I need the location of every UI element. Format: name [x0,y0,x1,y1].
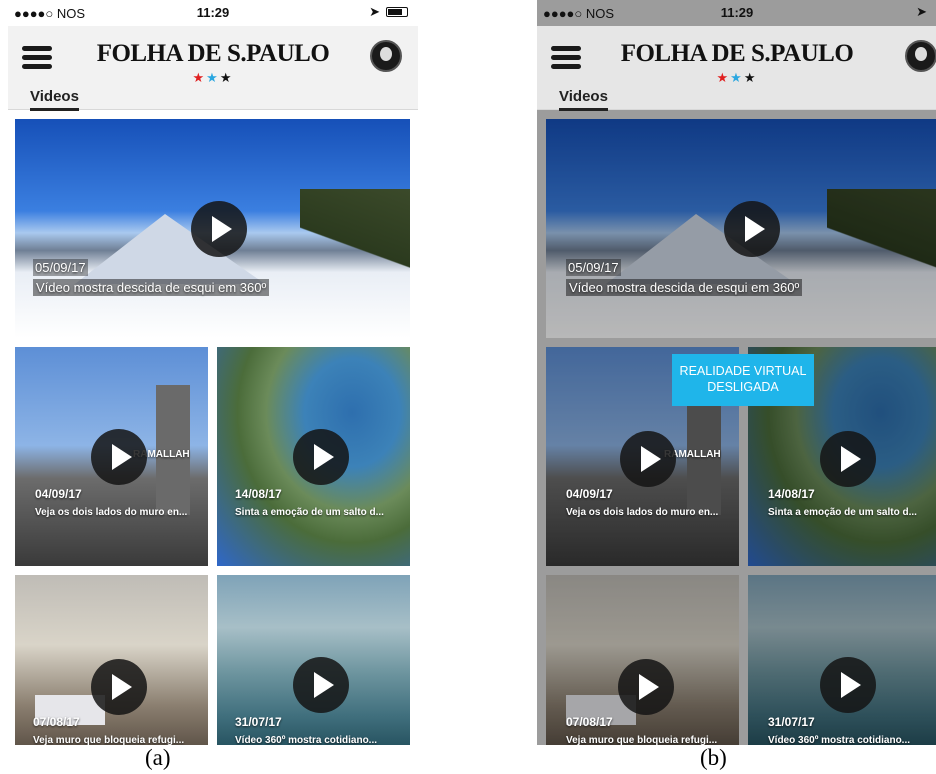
video-date: 05/09/17 [566,259,621,276]
video-caption: Sinta a emoção de um salto d... [768,507,917,518]
video-card[interactable]: 31/07/17 Vídeo 360º mostra cotidiano... [748,575,936,745]
avatar-icon[interactable] [370,40,402,72]
app-header: FOLHA DE S.PAULO ★★★ Videos [537,26,936,111]
tab-videos[interactable]: Videos [559,88,608,111]
video-date: 07/08/17 [33,715,80,729]
video-caption: Veja os dois lados do muro en... [35,507,188,518]
app-header: FOLHA DE S.PAULO ★★★ Videos [8,26,418,111]
status-icons: ➤ [916,4,927,20]
subfigure-label-b: (b) [700,745,727,770]
phone-screen-b: ●●●●○ NOS 11:29 ➤ FOLHA DE S.PAULO ★★★ V… [537,0,936,745]
folha-logo[interactable]: FOLHA DE S.PAULO [8,40,418,68]
video-card[interactable]: 31/07/17 Vídeo 360º mostra cotidiano... [217,575,410,745]
tab-videos[interactable]: Videos [30,88,79,111]
logo-stars: ★★★ [8,70,418,86]
video-card-featured[interactable]: 05/09/17 Vídeo mostra descida de esqui e… [15,119,410,338]
video-card[interactable]: 14/08/17 Sinta a emoção de um salto d... [217,347,410,566]
avatar-icon[interactable] [905,40,936,72]
play-icon[interactable] [293,429,349,485]
star-blue-icon: ★ [730,70,744,85]
video-caption: Veja os dois lados do muro en... [566,507,719,518]
location-arrow-icon: ➤ [916,4,927,19]
play-icon[interactable] [191,201,247,257]
video-card[interactable]: 07/08/17 Veja muro que bloqueia refugi..… [546,575,739,745]
video-caption: Vídeo mostra descida de esqui em 360º [566,279,803,296]
play-icon[interactable] [820,657,876,713]
play-icon[interactable] [91,429,147,485]
video-date: 07/08/17 [566,715,613,729]
video-caption: Vídeo 360º mostra cotidiano... [768,735,911,745]
play-icon[interactable] [618,659,674,715]
video-caption: Vídeo 360º mostra cotidiano... [235,735,378,745]
clock: 11:29 [196,5,230,20]
location-arrow-icon: ➤ [369,4,380,19]
video-date: 04/09/17 [35,487,82,501]
logo-stars: ★★★ [537,70,936,86]
play-icon[interactable] [293,657,349,713]
play-icon[interactable] [724,201,780,257]
video-date: 31/07/17 [768,715,815,729]
phone-screen-a: ●●●●○ NOS 11:29 ➤ FOLHA DE S.PAULO ★★★ V… [8,0,418,745]
status-bar: ●●●●○ NOS 11:29 ➤ [8,0,418,26]
video-card[interactable]: RAMALLAH 04/09/17 Veja os dois lados do … [15,347,208,566]
subfigure-label-a: (a) [145,745,171,770]
toast-line-1: REALIDADE VIRTUAL [679,364,807,378]
clock: 11:29 [720,5,754,20]
play-icon[interactable] [620,431,676,487]
video-caption: Veja muro que bloqueia refugi... [33,735,185,745]
star-red-icon: ★ [192,70,207,85]
status-bar: ●●●●○ NOS 11:29 ➤ [537,0,936,26]
video-date: 31/07/17 [235,715,282,729]
star-blue-icon: ★ [206,70,220,85]
status-icons: ➤ [369,4,408,20]
video-date: 14/08/17 [235,487,282,501]
folha-logo[interactable]: FOLHA DE S.PAULO [537,40,936,68]
video-date: 04/09/17 [566,487,613,501]
video-date: 14/08/17 [768,487,815,501]
toast-line-2: DESLIGADA [707,380,779,394]
video-caption: Sinta a emoção de um salto d... [235,507,384,518]
battery-icon [386,7,408,17]
star-red-icon: ★ [716,70,731,85]
play-icon[interactable] [820,431,876,487]
star-black-icon: ★ [219,70,234,85]
vr-off-toast: REALIDADE VIRTUAL DESLIGADA [672,354,814,406]
video-card[interactable]: 07/08/17 Veja muro que bloqueia refugi..… [15,575,208,745]
star-black-icon: ★ [743,70,758,85]
video-caption: Veja muro que bloqueia refugi... [566,735,718,745]
video-date: 05/09/17 [33,259,88,276]
play-icon[interactable] [91,659,147,715]
video-card-featured[interactable]: 05/09/17 Vídeo mostra descida de esqui e… [546,119,936,338]
video-caption: Vídeo mostra descida de esqui em 360º [33,279,270,296]
